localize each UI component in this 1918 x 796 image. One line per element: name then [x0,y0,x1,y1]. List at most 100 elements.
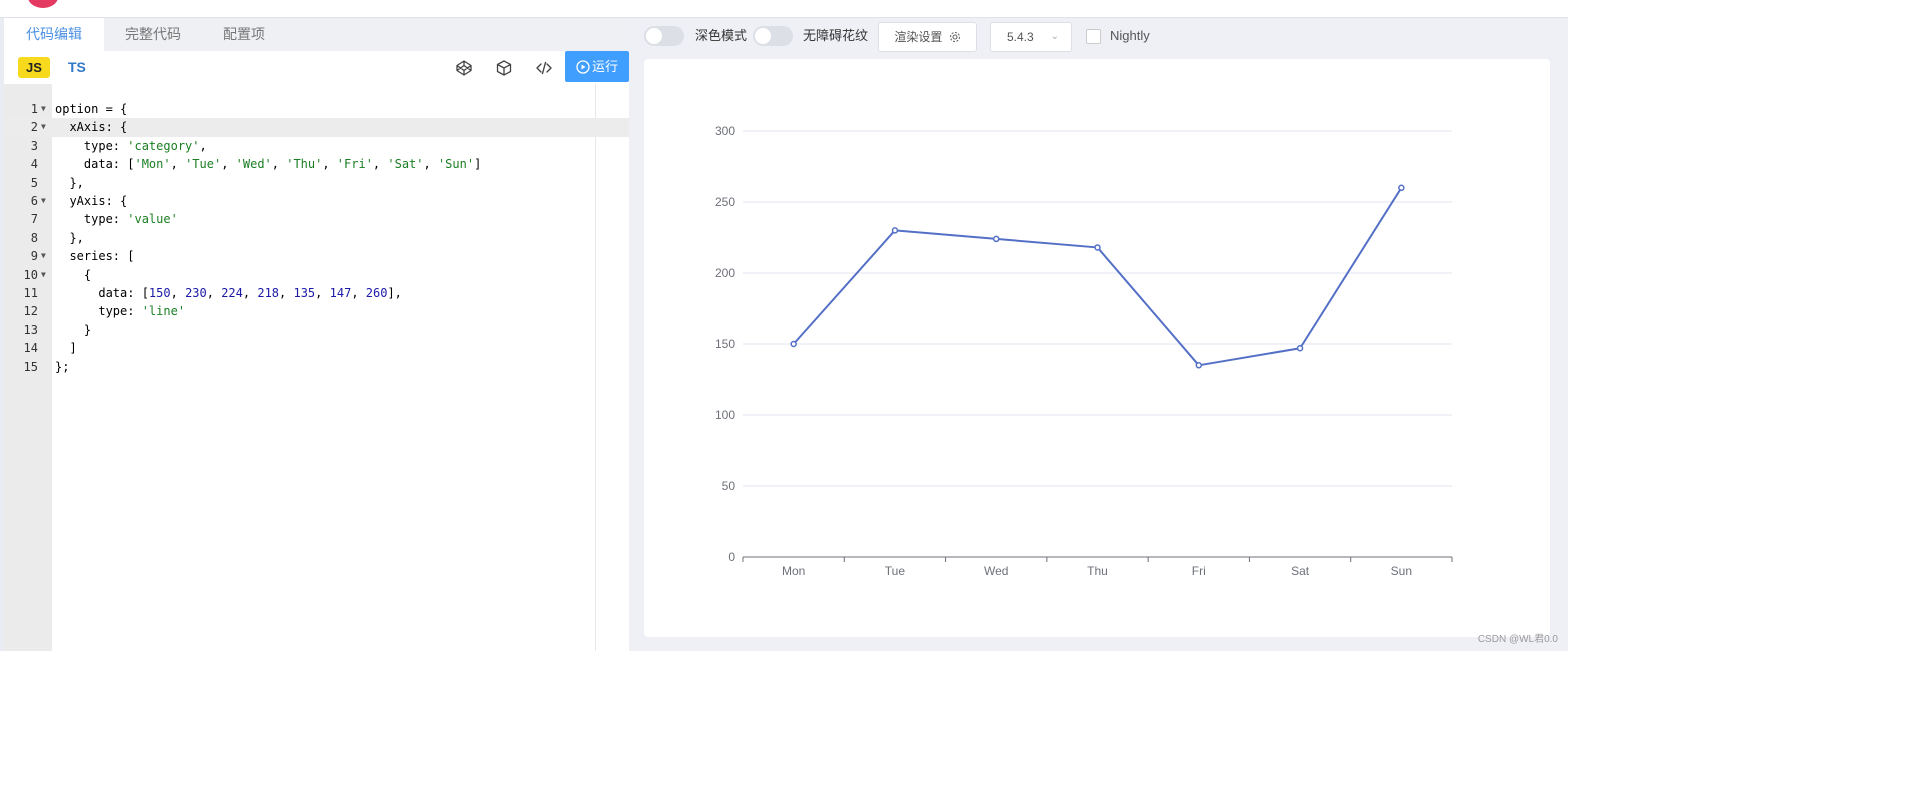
aria-pattern-toggle[interactable] [753,26,793,46]
code-line[interactable]: 7 type: 'value' [4,210,629,228]
code-text: data: [150, 230, 224, 218, 135, 147, 260… [55,286,402,300]
code-line[interactable]: 10 ▼ { [4,266,629,284]
editor-panel: 代码编辑 完整代码 配置项 JS TS 运行 1 ▼ option = {2 ▼ xA… [4,18,630,651]
code-line[interactable]: 2 ▼ xAxis: { [4,118,629,137]
series-line [792,187,1403,367]
dark-mode-label: 深色模式 [695,28,748,43]
line-number: 10 [23,267,38,282]
language-bar: JS TS 运行 [4,51,629,85]
code-line[interactable]: 15}; [4,358,629,376]
x-tick-label: Sat [1291,564,1310,578]
version-value: 5.4.3 [1007,30,1034,44]
line-chart: 0 50 100 150 200 250 300 Mon Tue Wed Thu Fri Sat Sun [715,124,1453,578]
code-line[interactable]: 9 ▼ series: [ [4,247,629,265]
y-tick-label: 0 [728,550,735,564]
data-point [1296,345,1304,352]
data-point [1398,184,1405,192]
data-point [992,235,1000,243]
data-point [1094,244,1101,251]
line-number: 5 [30,175,38,190]
data-point [1195,362,1203,369]
code-text: { [55,267,92,282]
aria-pattern-label: 无障碍花纹 [803,28,869,43]
code-text: series: [ [55,249,135,264]
code-line[interactable]: 4 data: ['Mon', 'Tue', 'Wed', 'Thu', 'Fr… [4,155,629,173]
run-button-label: 运行 [591,59,618,74]
code-text: } [55,322,92,337]
data-point [790,340,797,348]
line-number: 11 [23,286,38,300]
fold-arrow-icon[interactable]: ▼ [41,192,46,210]
code-text: xAxis: { [55,120,128,135]
code-text: }, [55,230,84,245]
code-text: }; [55,359,70,374]
code-text: type: 'line' [55,304,186,319]
y-tick-label: 150 [715,337,735,351]
render-settings-button[interactable]: 渲染设置 [878,22,977,52]
code-text: yAxis: { [55,194,128,208]
code-line[interactable]: 8 }, [4,229,629,247]
code-editor[interactable]: 1 ▼ option = {2 ▼ xAxis: {3 type: 'category… [4,84,629,651]
gear-icon [949,31,960,43]
embed-code-icon[interactable] [535,59,553,77]
fold-arrow-icon[interactable]: ▼ [41,247,46,265]
lang-js-button[interactable]: JS [18,57,50,78]
top-header [0,0,1568,18]
editor-tabs: 代码编辑 完整代码 配置项 [4,18,629,51]
fold-arrow-icon[interactable]: ▼ [41,100,46,118]
codepen-icon[interactable] [455,59,473,77]
line-number: 13 [23,322,38,337]
code-text: }, [55,175,84,190]
code-line[interactable]: 5 }, [4,174,629,192]
x-tick-label: Fri [1192,564,1206,578]
app-logo [28,0,58,8]
code-line[interactable]: 13 } [4,321,629,339]
lang-ts-button[interactable]: TS [68,57,86,78]
y-tick-label: 200 [715,266,735,280]
preview-panel: 深色模式 无障碍花纹 渲染设置 5.4.3 ⌄ Nightly 0 50 100 15… [629,18,1568,651]
x-tick-label: Thu [1087,564,1108,578]
code-text: data: ['Mon', 'Tue', 'Wed', 'Thu', 'Fri'… [55,157,482,172]
package-icon[interactable] [495,59,513,77]
tab-code-edit[interactable]: 代码编辑 [4,18,104,51]
line-number: 6 [30,194,38,208]
nightly-checkbox[interactable] [1086,29,1101,44]
x-tick-label: Wed [984,564,1008,578]
line-number: 3 [30,138,38,153]
line-number: 7 [30,212,38,227]
tab-full-code[interactable]: 完整代码 [104,18,202,51]
x-tick-label: Mon [782,564,805,578]
x-tick-label: Tue [885,564,906,578]
preview-controls: 深色模式 无障碍花纹 渲染设置 5.4.3 ⌄ Nightly [629,18,1568,56]
code-text: option = { [55,102,128,116]
chevron-down-icon: ⌄ [1050,31,1059,42]
code-line[interactable]: 14 ] [4,339,629,357]
line-number: 1 [30,102,38,116]
fold-arrow-icon[interactable]: ▼ [41,266,46,284]
version-select[interactable]: 5.4.3 ⌄ [990,22,1072,52]
chart-card: 0 50 100 150 200 250 300 Mon Tue Wed Thu Fri Sat Sun [644,59,1550,637]
code-line[interactable]: 6 ▼ yAxis: { [4,192,629,210]
line-number: 15 [23,359,38,374]
code-text: type: 'value' [55,212,178,227]
tab-options[interactable]: 配置项 [202,18,286,51]
line-number: 9 [30,249,38,264]
watermark: CSDN @WL君0.0 [1477,634,1558,645]
fold-arrow-icon[interactable]: ▼ [41,118,46,136]
render-settings-label: 渲染设置 [894,30,943,44]
code-text: type: 'category', [55,138,207,153]
code-line[interactable]: 1 ▼ option = { [4,100,629,118]
run-button[interactable]: 运行 [565,51,629,82]
line-number: 14 [23,341,38,356]
line-number: 4 [30,157,38,172]
code-line[interactable]: 11 data: [150, 230, 224, 218, 135, 147, … [4,284,629,302]
y-tick-label: 50 [722,479,736,493]
code-line[interactable]: 12 type: 'line' [4,302,629,320]
y-tick-label: 300 [715,124,735,138]
line-number: 2 [30,120,38,135]
y-tick-label: 250 [715,195,735,209]
dark-mode-toggle[interactable] [644,26,684,46]
play-circle-icon [576,60,590,74]
y-tick-label: 100 [715,408,735,422]
code-line[interactable]: 3 type: 'category', [4,137,629,155]
